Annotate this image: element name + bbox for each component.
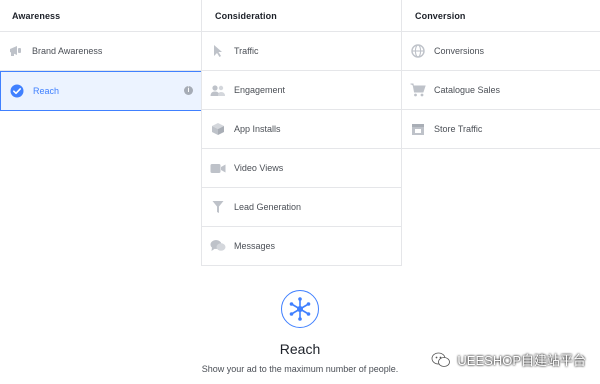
conversion-column: Conversion Conversions Catalogue Sales S… <box>402 0 600 266</box>
video-camera-icon <box>210 160 226 176</box>
objective-conversions[interactable]: Conversions <box>402 32 600 71</box>
objective-label: Messages <box>234 241 276 251</box>
objective-label: Lead Generation <box>234 202 302 212</box>
consideration-header: Consideration <box>202 0 401 32</box>
info-icon[interactable]: i <box>184 86 193 95</box>
awareness-column: Awareness Brand Awareness Reach i <box>0 0 202 266</box>
chat-bubbles-icon <box>210 238 226 254</box>
funnel-icon <box>210 199 226 215</box>
objective-engagement[interactable]: Engagement <box>202 71 401 110</box>
objective-app-installs[interactable]: App Installs <box>202 110 401 149</box>
watermark: UEESHOP自建站平台 <box>431 350 586 369</box>
objective-label: Conversions <box>434 46 485 56</box>
awareness-header: Awareness <box>0 0 201 32</box>
objective-store-traffic[interactable]: Store Traffic <box>402 110 600 149</box>
globe-icon <box>410 43 426 59</box>
objective-label: Store Traffic <box>434 124 483 134</box>
store-icon <box>410 121 426 137</box>
check-circle-icon <box>9 83 25 99</box>
cursor-icon <box>210 43 226 59</box>
objective-reach[interactable]: Reach i <box>0 71 202 111</box>
reach-network-icon <box>281 290 319 328</box>
objective-lead-generation[interactable]: Lead Generation <box>202 188 401 227</box>
consideration-column: Consideration Traffic Engagement App Ins… <box>201 0 402 266</box>
box-icon <box>210 121 226 137</box>
megaphone-icon <box>8 43 24 59</box>
objective-messages[interactable]: Messages <box>202 227 401 266</box>
conversion-header: Conversion <box>402 0 600 32</box>
shopping-cart-icon <box>410 82 426 98</box>
objective-label: Reach <box>33 86 60 96</box>
objective-video-views[interactable]: Video Views <box>202 149 401 188</box>
objective-catalogue-sales[interactable]: Catalogue Sales <box>402 71 600 110</box>
objective-label: Brand Awareness <box>32 46 103 56</box>
objective-brand-awareness[interactable]: Brand Awareness <box>0 32 201 71</box>
people-icon <box>210 82 226 98</box>
objective-traffic[interactable]: Traffic <box>202 32 401 71</box>
objective-columns: Awareness Brand Awareness Reach i Consid… <box>0 0 600 266</box>
wechat-icon <box>431 352 451 368</box>
watermark-text: UEESHOP自建站平台 <box>457 353 586 368</box>
objective-label: Video Views <box>234 163 284 173</box>
objective-label: Traffic <box>234 46 259 56</box>
objective-label: App Installs <box>234 124 281 134</box>
objective-detail-panel: Reach Show your ad to the maximum number… <box>0 266 600 384</box>
objective-label: Engagement <box>234 85 286 95</box>
objective-label: Catalogue Sales <box>434 85 501 95</box>
